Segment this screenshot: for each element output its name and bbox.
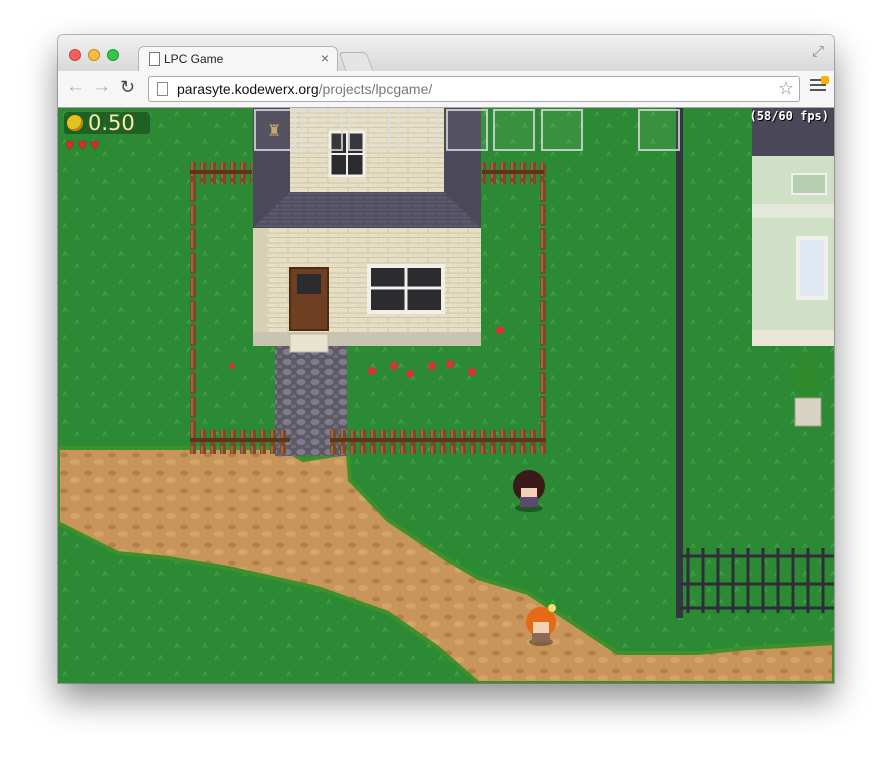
bag-icon: ♜ <box>267 123 282 140</box>
heart-icon: ♥ <box>90 137 100 154</box>
address-bar[interactable]: parasyte.kodewerx.org/projects/lpcgame/ … <box>148 76 800 102</box>
tab-strip: LPC Game × ⤢ <box>58 35 834 73</box>
inventory-slot-4[interactable] <box>397 109 439 151</box>
inventory-slot-8[interactable] <box>638 109 680 151</box>
url-text[interactable]: parasyte.kodewerx.org/projects/lpcgame/ <box>177 81 432 97</box>
tab-close-icon[interactable]: × <box>321 50 329 66</box>
close-window-button[interactable] <box>69 49 81 61</box>
page-icon <box>157 82 168 96</box>
bookmark-star-icon[interactable]: ☆ <box>778 78 794 99</box>
heart-icon: ♥ <box>77 137 88 154</box>
minimize-window-button[interactable] <box>88 49 100 61</box>
page-icon <box>149 52 160 66</box>
coin-counter: 0.50 <box>64 111 150 135</box>
browser-window: LPC Game × ⤢ ← → ↻ parasyte.kodewerx.org… <box>58 35 834 683</box>
maximize-window-button[interactable] <box>107 49 119 61</box>
game-viewport[interactable]: 0.50 ♥ ♥ ♥ (58/60 fps) ♜ <box>58 108 834 683</box>
tab-title: LPC Game <box>164 52 224 66</box>
heart-icon: ♥ <box>65 137 75 154</box>
coin-value: 0.50 <box>88 111 135 135</box>
forward-button[interactable]: → <box>92 77 111 97</box>
browser-toolbar: ← → ↻ parasyte.kodewerx.org/projects/lpc… <box>58 71 834 108</box>
update-badge <box>821 76 829 84</box>
new-tab-button[interactable] <box>338 52 374 71</box>
url-host: parasyte.kodewerx.org <box>177 81 319 97</box>
inventory-slot-7[interactable] <box>541 109 583 151</box>
inventory-slot-6[interactable] <box>493 109 535 151</box>
inventory-slot-3[interactable] <box>348 109 390 151</box>
game-canvas[interactable] <box>58 108 834 683</box>
coin-icon <box>67 115 83 131</box>
menu-icon[interactable] <box>810 76 829 93</box>
fullscreen-icon[interactable]: ⤢ <box>812 43 824 60</box>
inventory-slot-5[interactable] <box>446 109 488 151</box>
inventory-slot-1[interactable]: ♜ <box>254 109 296 151</box>
reload-button[interactable]: ↻ <box>120 77 135 97</box>
tab-lpc-game[interactable]: LPC Game × <box>138 46 338 73</box>
fps-counter: (58/60 fps) <box>749 109 829 123</box>
inventory-slot-2[interactable] <box>301 109 343 151</box>
url-path: /projects/lpcgame/ <box>318 81 433 97</box>
npc-dark-haired[interactable] <box>513 470 545 512</box>
health-hearts: ♥ ♥ ♥ <box>65 137 103 154</box>
back-button[interactable]: ← <box>66 77 85 97</box>
